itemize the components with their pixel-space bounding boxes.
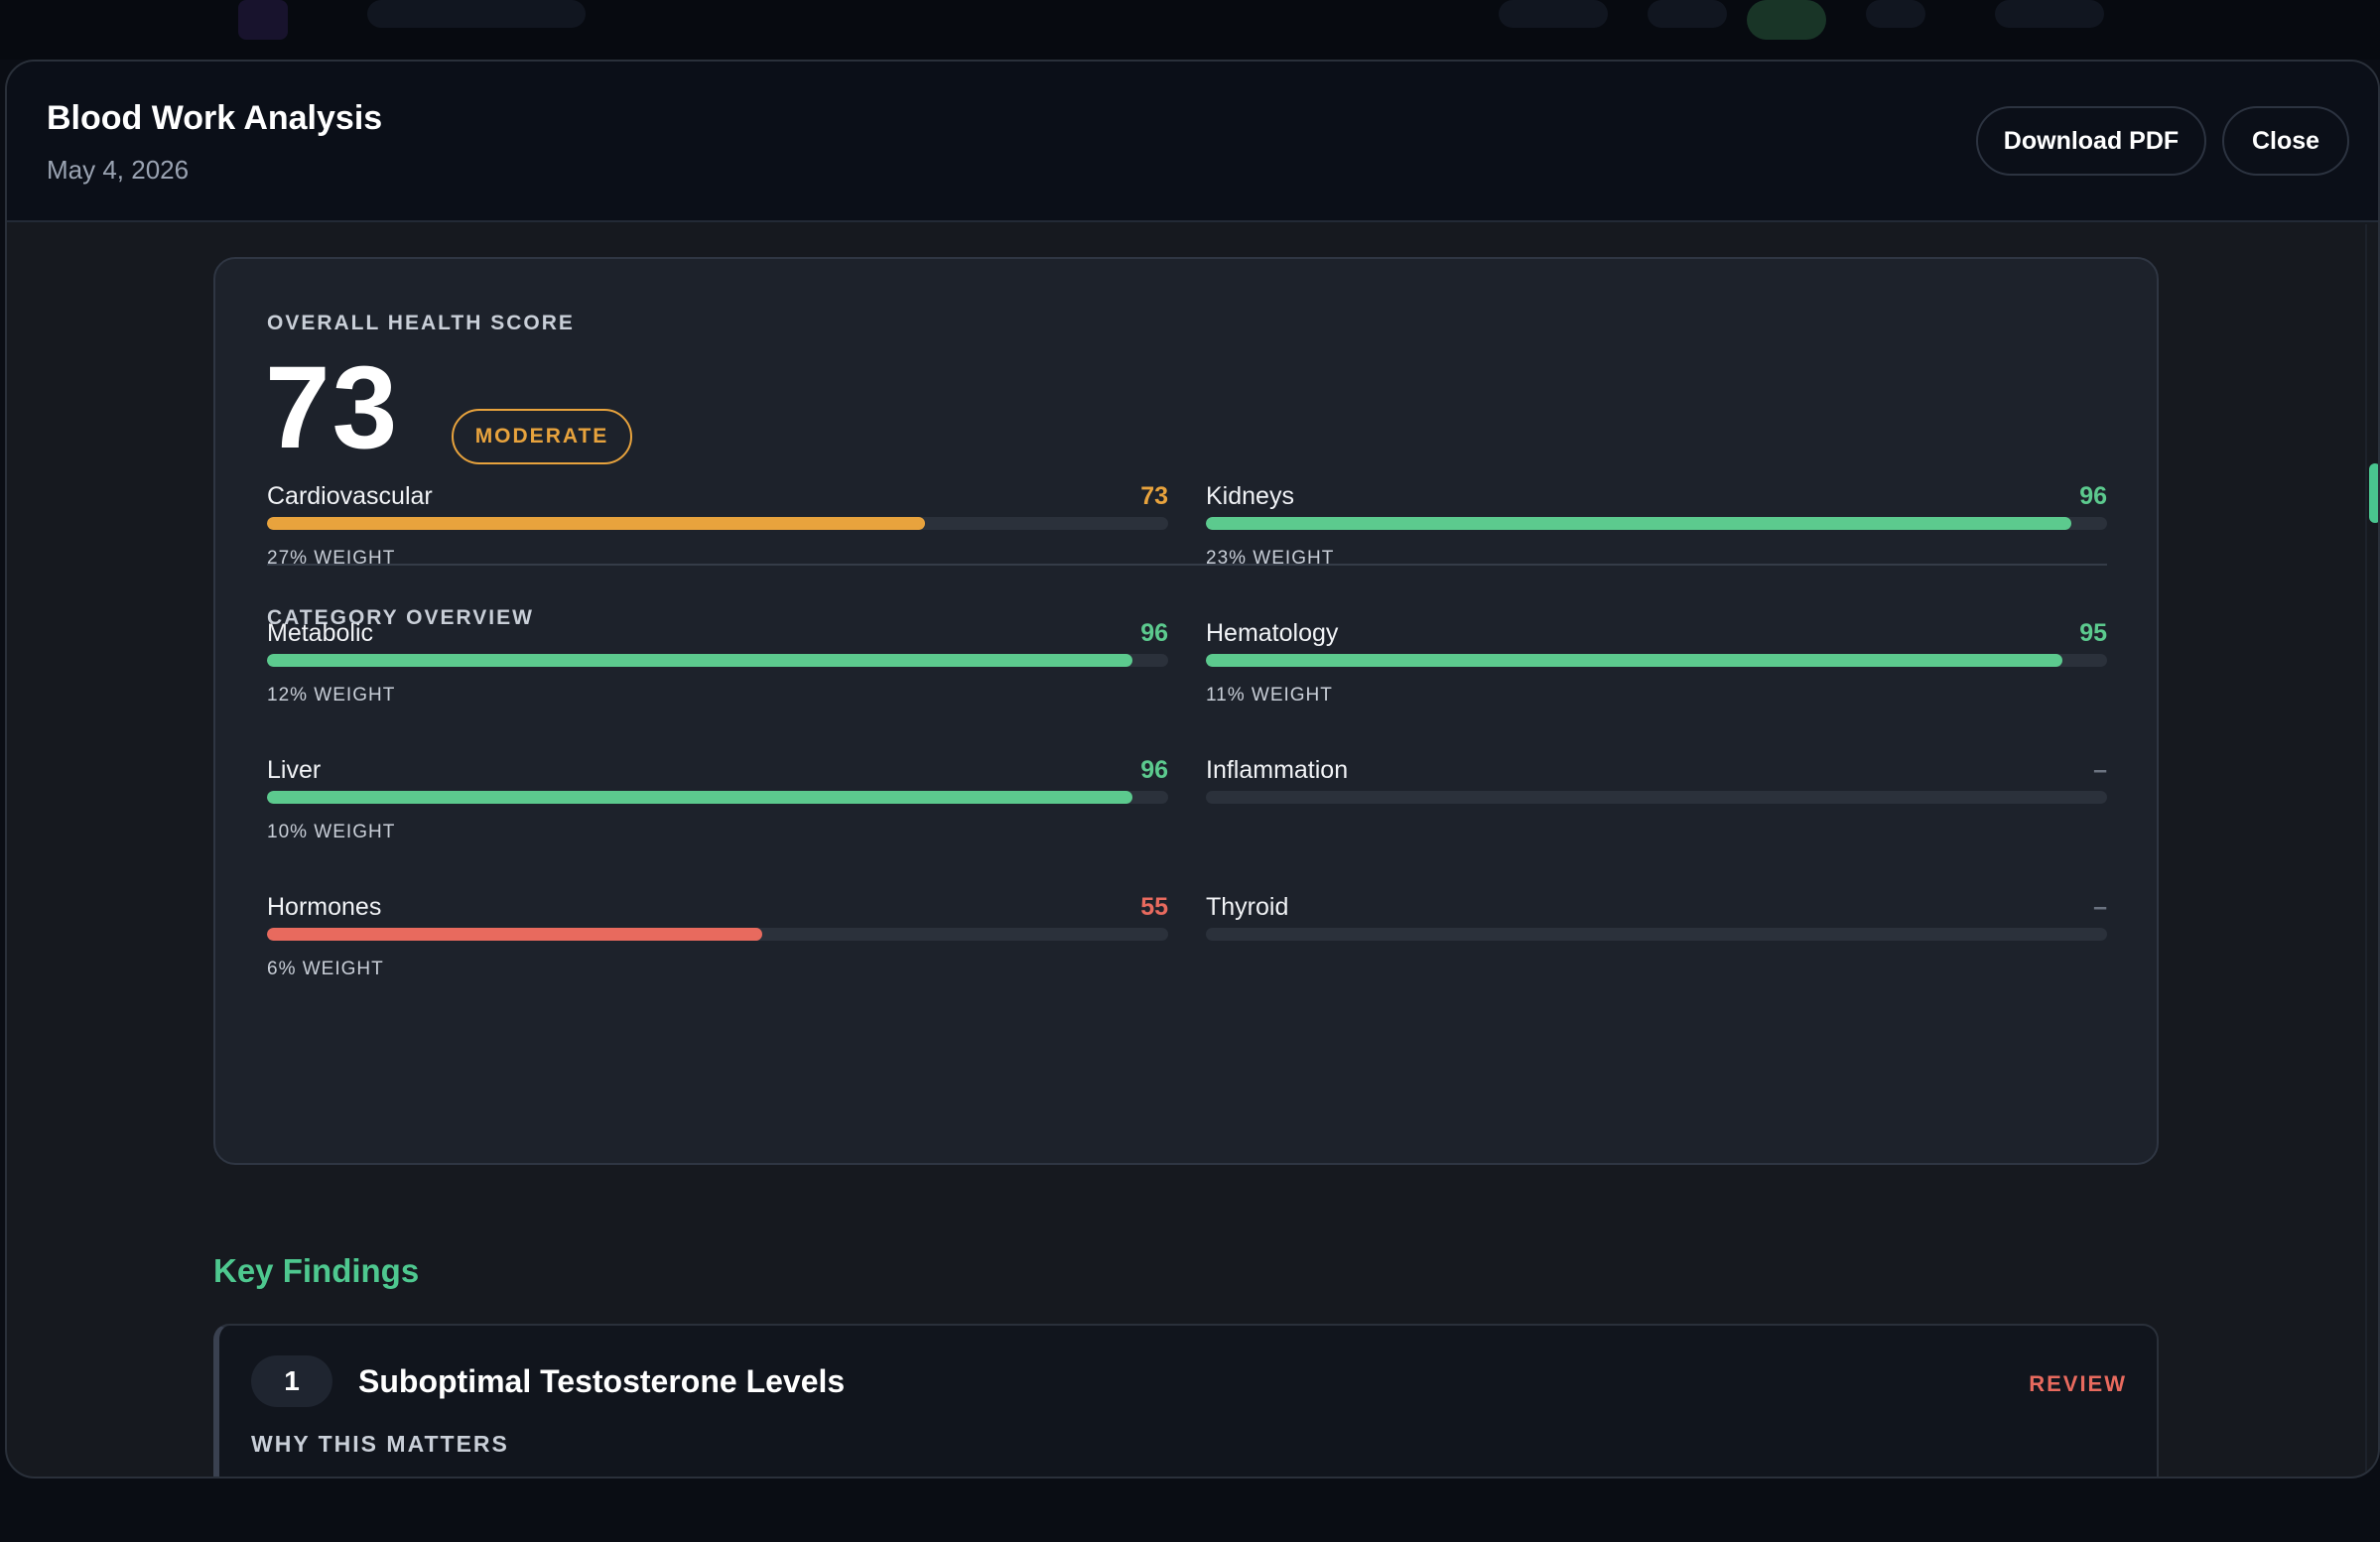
category-name: Kidneys xyxy=(1206,482,1294,510)
category-progress-bar xyxy=(267,654,1168,667)
modal-header: Blood Work Analysis May 4, 2026 Download… xyxy=(7,62,2378,222)
category-progress-bar xyxy=(1206,654,2107,667)
category-score: 95 xyxy=(2079,619,2107,647)
category-progress-fill xyxy=(267,517,925,530)
category-progress-fill xyxy=(267,928,763,941)
category-progress-fill xyxy=(1206,517,2071,530)
scrollbar-thumb[interactable] xyxy=(2369,463,2378,523)
category-row: Metabolic 96 12% WEIGHT xyxy=(267,619,1168,718)
category-name: Hematology xyxy=(1206,619,1339,647)
report-date: May 4, 2026 xyxy=(47,155,190,185)
background-logo xyxy=(238,0,288,40)
category-row: Hormones 55 6% WEIGHT xyxy=(267,893,1168,992)
category-score: 96 xyxy=(2079,482,2107,510)
health-score-card: OVERALL HEALTH SCORE 73 MODERATE CATEGOR… xyxy=(213,257,2159,1165)
category-weight: 11% WEIGHT xyxy=(1206,685,1333,706)
category-row: Hematology 95 11% WEIGHT xyxy=(1206,619,2107,718)
modal-title: Blood Work Analysis xyxy=(47,99,383,137)
category-name: Metabolic xyxy=(267,619,373,647)
category-progress-bar xyxy=(1206,928,2107,941)
finding-status-badge: REVIEW xyxy=(2029,1371,2127,1396)
category-progress-fill xyxy=(267,654,1132,667)
close-button[interactable]: Close xyxy=(2222,106,2349,176)
category-score: – xyxy=(2093,756,2107,784)
category-row: Inflammation – xyxy=(1206,756,2107,855)
background-nav-item xyxy=(1995,0,2104,28)
category-weight: 12% WEIGHT xyxy=(267,685,396,706)
category-progress-fill xyxy=(1206,654,2062,667)
background-nav-item xyxy=(1866,0,1925,28)
background-app-bar xyxy=(0,0,2380,60)
finding-card[interactable]: 1 Suboptimal Testosterone Levels REVIEW … xyxy=(213,1324,2159,1477)
category-score: 55 xyxy=(1140,893,1168,921)
background-nav-item xyxy=(1499,0,1608,28)
category-name: Thyroid xyxy=(1206,893,1289,921)
category-progress-bar xyxy=(1206,517,2107,530)
category-weight: 6% WEIGHT xyxy=(267,959,384,979)
category-progress-fill xyxy=(267,791,1132,804)
category-name: Cardiovascular xyxy=(267,482,433,510)
overall-score-label: OVERALL HEALTH SCORE xyxy=(267,312,575,334)
category-progress-bar xyxy=(267,517,1168,530)
category-score: – xyxy=(2093,893,2107,921)
background-nav-item-active xyxy=(1747,0,1826,40)
score-rating-badge: MODERATE xyxy=(452,409,632,464)
background-nav-item xyxy=(1648,0,1727,28)
scrollbar-track[interactable] xyxy=(2365,224,2367,1477)
why-this-matters-label: WHY THIS MATTERS xyxy=(251,1431,509,1457)
category-row: Thyroid – xyxy=(1206,893,2107,992)
report-modal: Blood Work Analysis May 4, 2026 Download… xyxy=(5,60,2380,1478)
download-pdf-button[interactable]: Download PDF xyxy=(1976,106,2206,176)
category-score: 73 xyxy=(1140,482,1168,510)
category-row: Kidneys 96 23% WEIGHT xyxy=(1206,482,2107,581)
overall-score-value: 73 xyxy=(265,342,400,473)
category-progress-bar xyxy=(1206,791,2107,804)
category-weight: 27% WEIGHT xyxy=(267,548,396,569)
finding-title: Suboptimal Testosterone Levels xyxy=(358,1363,846,1399)
category-row: Cardiovascular 73 27% WEIGHT xyxy=(267,482,1168,581)
category-name: Hormones xyxy=(267,893,382,921)
category-score: 96 xyxy=(1140,619,1168,647)
category-score: 96 xyxy=(1140,756,1168,784)
category-progress-bar xyxy=(267,791,1168,804)
category-weight: 10% WEIGHT xyxy=(267,822,396,842)
category-name: Liver xyxy=(267,756,322,784)
category-progress-bar xyxy=(267,928,1168,941)
finding-number-badge: 1 xyxy=(251,1355,332,1407)
category-name: Inflammation xyxy=(1206,756,1349,784)
background-title-placeholder xyxy=(367,0,586,28)
category-row: Liver 96 10% WEIGHT xyxy=(267,756,1168,855)
key-findings-heading: Key Findings xyxy=(213,1252,420,1289)
category-weight: 23% WEIGHT xyxy=(1206,548,1335,569)
